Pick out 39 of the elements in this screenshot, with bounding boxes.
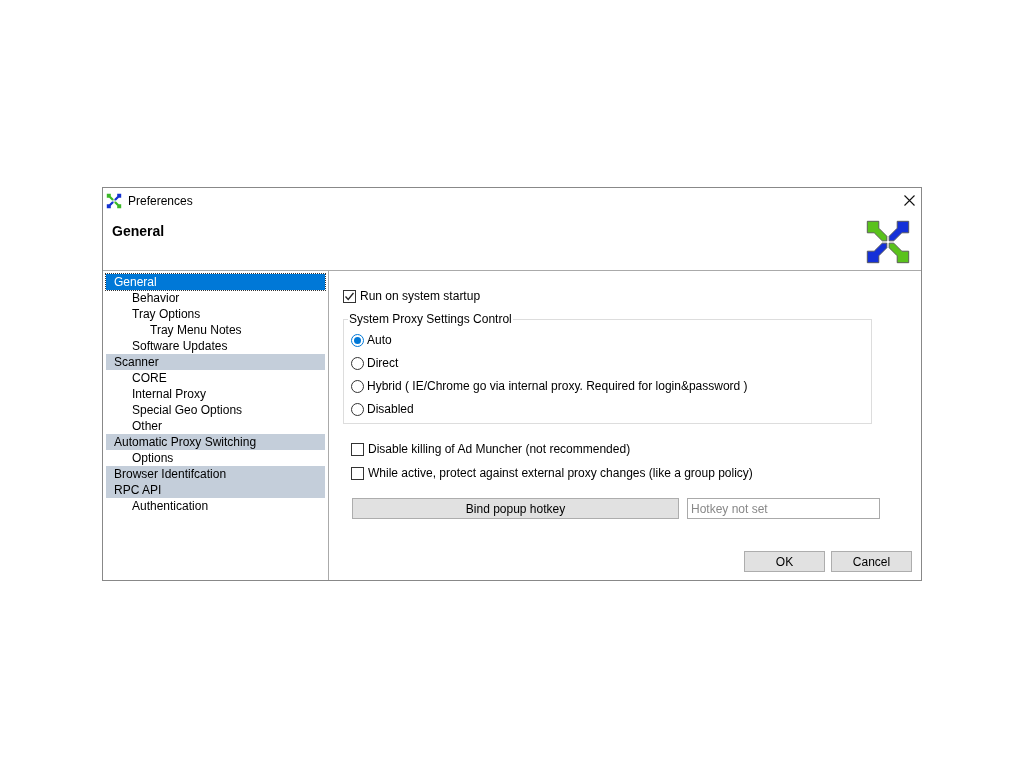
checkbox[interactable] <box>351 466 364 480</box>
tree-item[interactable]: Software Updates <box>106 338 325 354</box>
radio-button[interactable] <box>351 333 364 347</box>
dialog-button[interactable]: OK <box>744 551 825 572</box>
app-logo-icon <box>106 192 122 209</box>
window-title: Preferences <box>128 192 193 210</box>
tree-item[interactable]: Tray Menu Notes <box>106 322 325 338</box>
radio-label: Direct <box>367 355 399 372</box>
tree-item[interactable]: Options <box>106 450 325 466</box>
close-icon[interactable] <box>904 195 915 206</box>
radio-label: Disabled <box>367 401 414 418</box>
bind-hotkey-button[interactable]: Bind popup hotkey <box>352 498 679 519</box>
hotkey-field[interactable]: Hotkey not set <box>687 498 880 519</box>
tree-item[interactable]: Other <box>106 418 325 434</box>
dialog-button[interactable]: Cancel <box>831 551 912 572</box>
tree-item[interactable]: General <box>106 274 325 290</box>
radio-button[interactable] <box>351 402 364 416</box>
tree-item[interactable]: CORE <box>106 370 325 386</box>
radio-label: Auto <box>367 332 392 349</box>
tree-item[interactable]: Browser Identifcation <box>106 466 325 482</box>
radio-button[interactable] <box>351 379 364 393</box>
radio-label: Hybrid ( IE/Chrome go via internal proxy. Required for login&password ) <box>367 378 748 395</box>
checkbox[interactable] <box>351 442 364 456</box>
group-title: System Proxy Settings Control <box>348 312 513 326</box>
tree-item[interactable]: Authentication <box>106 498 325 514</box>
tree-item[interactable]: Behavior <box>106 290 325 306</box>
tree-item[interactable]: Scanner <box>106 354 325 370</box>
checkbox-label: Run on system startup <box>360 288 481 305</box>
checkbox-label: Disable killing of Ad Muncher (not recommended) <box>368 441 631 458</box>
tree-item[interactable]: Automatic Proxy Switching <box>106 434 325 450</box>
tree-item[interactable]: Tray Options <box>106 306 325 322</box>
tree-item[interactable]: RPC API <box>106 482 325 498</box>
checkbox-label: While active, protect against external proxy changes (like a group policy) <box>368 465 753 482</box>
tree-item[interactable]: Special Geo Options <box>106 402 325 418</box>
tree-item[interactable]: Internal Proxy <box>106 386 325 402</box>
checkbox[interactable] <box>343 289 356 303</box>
logo-icon <box>865 219 911 265</box>
page-heading: General <box>112 222 165 241</box>
radio-button[interactable] <box>351 356 364 370</box>
